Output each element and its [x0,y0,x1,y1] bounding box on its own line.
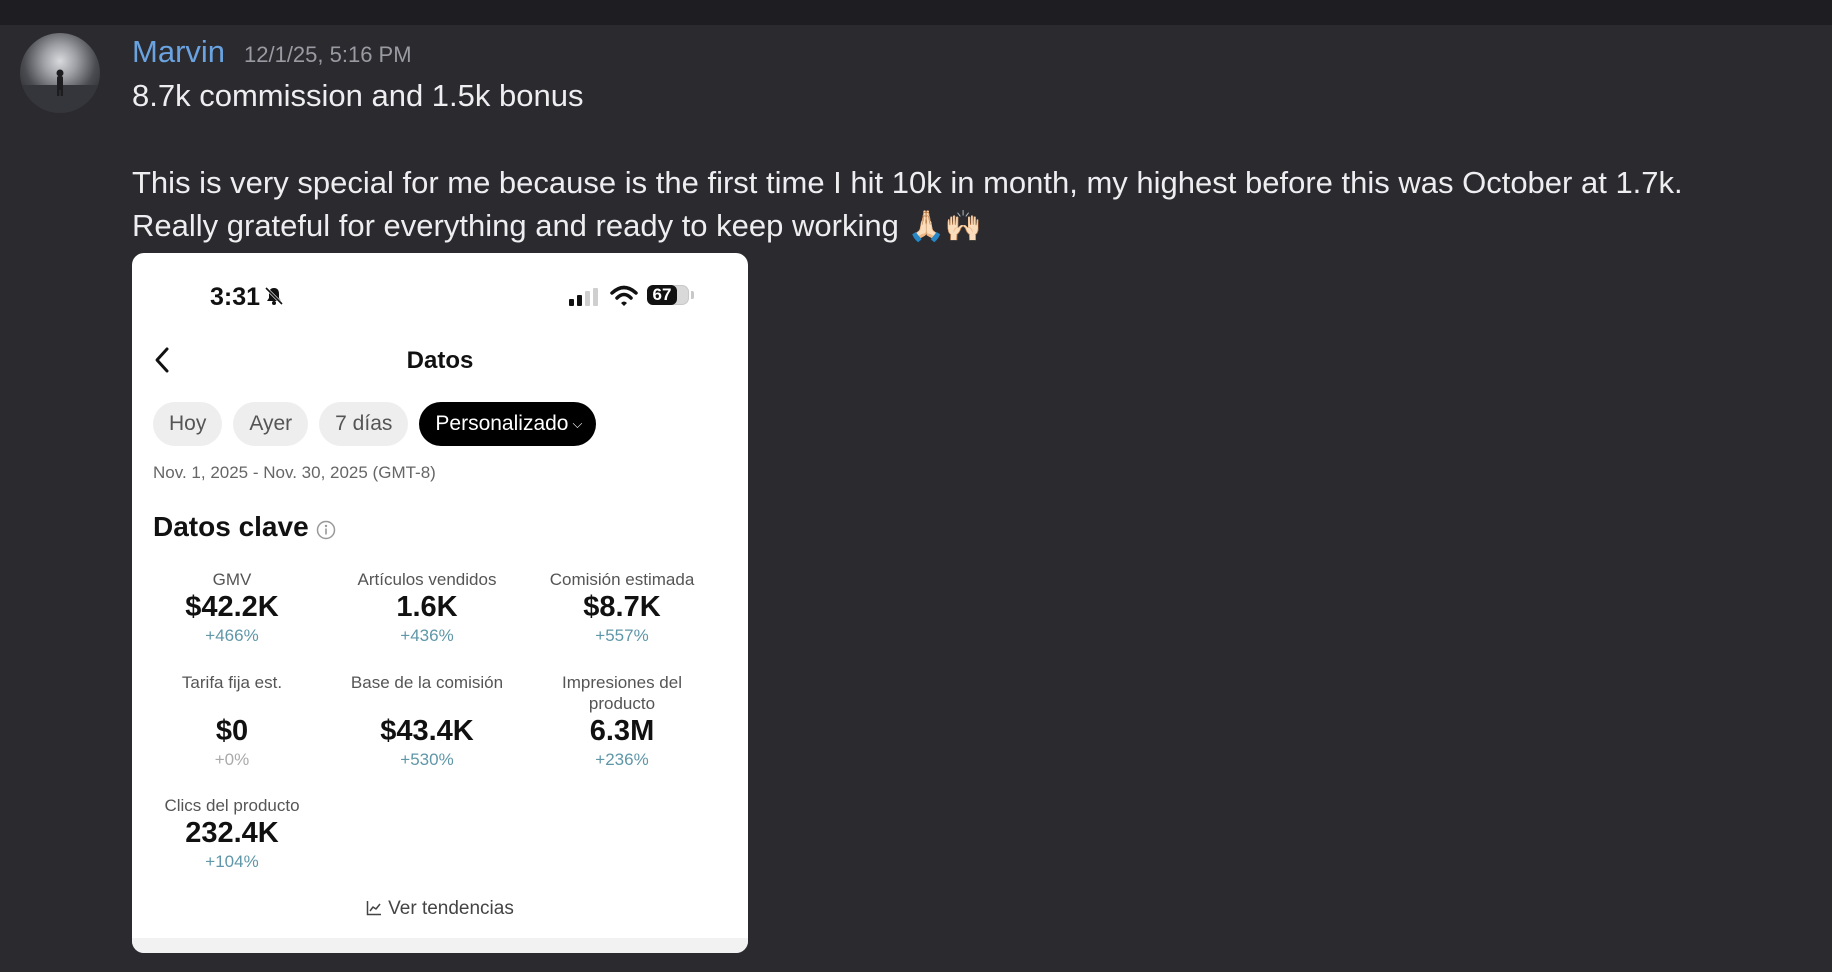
metric-label: Comisión estimada [549,570,695,589]
message-line-2: This is very special for me because is t… [132,165,1683,200]
message-line-1: 8.7k commission and 1.5k bonus [132,78,584,113]
signal-icon [569,288,598,306]
metric-value: 232.4K [185,817,279,849]
metric-change: +436% [400,626,454,645]
metric-change: +557% [595,626,649,645]
bell-muted-icon [264,286,284,306]
view-trends-label: Ver tendencias [388,898,514,919]
metric-label: Tarifa fija est. [181,673,283,692]
metric-estimated-commission[interactable]: Comisión estimada $8.7K +557% [527,569,717,648]
metric-product-impressions[interactable]: Impresiones del producto 6.3M +236% [527,672,717,772]
chip-custom[interactable]: Personalizado ⌵ [419,402,597,446]
chip-yesterday[interactable]: Ayer [233,402,309,446]
metric-value: $8.7K [583,591,661,623]
metric-label: GMV [212,570,252,589]
metric-value: 1.6K [396,591,458,623]
metric-gmv[interactable]: GMV $42.2K +466% [137,569,327,648]
message-line-3: Really grateful for everything and ready… [132,208,899,243]
metric-change: +104% [205,852,259,871]
view-trends-link[interactable]: Ver tendencias [132,898,748,920]
metric-change: +0% [214,750,250,769]
date-range: Nov. 1, 2025 - Nov. 30, 2025 (GMT-8) [153,463,436,482]
metric-value: $42.2K [185,591,279,623]
emoji-pray-clap: 🙏🏻🙌🏻 [907,209,983,244]
page-title: Datos [406,347,474,374]
metric-change: +530% [400,750,454,769]
metric-fixed-fee[interactable]: Tarifa fija est. $0 +0% [137,672,327,772]
metric-value: $43.4K [380,715,474,747]
attached-screenshot[interactable]: 3:31 67 Datos Hoy Ayer 7 días Personaliz… [132,253,748,953]
divider [132,938,748,953]
metric-label: Impresiones del producto [561,673,682,713]
wifi-icon [610,285,638,306]
metric-label: Base de la comisión [350,673,504,692]
metric-change: +236% [595,750,649,769]
metric-items-sold[interactable]: Artículos vendidos 1.6K +436% [332,569,522,648]
info-icon[interactable] [316,520,336,540]
chevron-down-icon: ⌵ [572,416,583,432]
metric-value: 6.3M [589,715,655,747]
trend-chart-icon [366,901,382,916]
metric-commission-base[interactable]: Base de la comisión $43.4K +530% [332,672,522,772]
message-author[interactable]: Marvin [132,34,225,70]
date-filter-chips: Hoy Ayer 7 días Personalizado ⌵ [153,402,597,446]
top-bar [0,0,1832,25]
status-time: 3:31 [210,283,261,311]
chip-today[interactable]: Hoy [153,402,223,446]
message-timestamp: 12/1/25, 5:16 PM [244,42,412,67]
metric-label: Artículos vendidos [357,570,497,589]
section-title: Datos clave [153,511,309,542]
metric-value: $0 [215,715,249,747]
avatar[interactable] [20,33,100,113]
metric-product-clicks[interactable]: Clics del producto 232.4K +104% [137,795,327,874]
metric-change: +466% [205,626,259,645]
chip-custom-label: Personalizado [435,412,569,435]
battery-level: 67 [647,285,677,305]
metric-label: Clics del producto [164,796,300,815]
chip-7-days[interactable]: 7 días [319,402,409,446]
